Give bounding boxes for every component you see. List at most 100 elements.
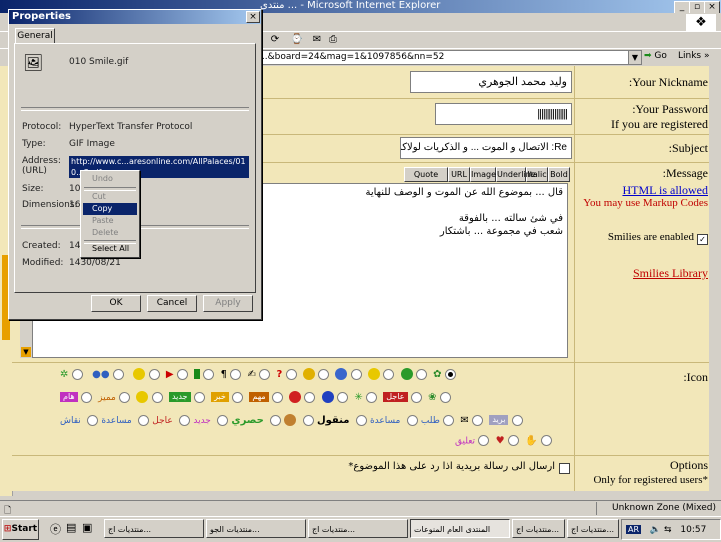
- icon-text[interactable]: حصري: [231, 415, 263, 426]
- globe-icon[interactable]: [400, 368, 413, 380]
- tag-icon[interactable]: عاجل: [383, 392, 408, 402]
- icon-radio[interactable]: [365, 391, 377, 403]
- icon-radio[interactable]: [406, 414, 418, 426]
- quicklaunch-desktop-icon[interactable]: ▣: [82, 521, 92, 534]
- icon-radio[interactable]: [80, 391, 92, 403]
- tag-icon[interactable]: جديد: [168, 392, 191, 402]
- icon-radio[interactable]: [443, 414, 455, 426]
- task-button[interactable]: منتديات اج...: [308, 519, 408, 538]
- icon-radio[interactable]: [138, 414, 150, 426]
- icon-radio[interactable]: [355, 414, 367, 426]
- icon-text[interactable]: جديد: [193, 416, 211, 426]
- quicklaunch-folder-icon[interactable]: ▤: [66, 521, 76, 534]
- smilies-checkbox[interactable]: ✓: [697, 232, 708, 245]
- volume-icon[interactable]: 🔈: [650, 525, 661, 535]
- url-button[interactable]: URL: [448, 167, 470, 182]
- menu-item-copy[interactable]: Copy: [83, 203, 137, 215]
- icon-radio[interactable]: [383, 368, 395, 380]
- icon-radio[interactable]: [540, 435, 552, 446]
- icon-radio[interactable]: [302, 414, 314, 426]
- clock[interactable]: 10:57: [680, 525, 706, 535]
- icon-radio[interactable]: [232, 391, 244, 403]
- flag-icon[interactable]: ▶: [166, 369, 174, 380]
- heart-icon[interactable]: ♥: [496, 436, 505, 447]
- icon-radio[interactable]: [203, 368, 215, 380]
- menu-item-delete[interactable]: Delete: [83, 227, 137, 239]
- network-icon[interactable]: ⇆: [664, 525, 672, 535]
- icon-option[interactable]: ✲: [60, 369, 68, 380]
- dialog-close-icon[interactable]: ×: [246, 11, 260, 23]
- print-icon[interactable]: ⎙: [326, 34, 340, 46]
- quicklaunch-ie-icon[interactable]: ⓔ: [50, 521, 61, 537]
- cool-icon[interactable]: [302, 368, 315, 380]
- smile-icon[interactable]: [133, 368, 146, 380]
- bold-button[interactable]: Bold: [548, 167, 570, 182]
- icon-radio[interactable]: [410, 391, 422, 403]
- address-input[interactable]: ...&board=24&mag=1&1097856&nn=52: [256, 50, 632, 65]
- angry-icon[interactable]: [289, 391, 302, 403]
- icon-radio[interactable]: [87, 414, 99, 426]
- icon-radio[interactable]: [304, 391, 316, 403]
- task-button[interactable]: منتديات اج...: [567, 519, 619, 538]
- icon-text[interactable]: نقاش: [60, 416, 81, 426]
- icon-text[interactable]: طلب: [421, 416, 440, 426]
- icon-radio[interactable]: [271, 391, 283, 403]
- icon-radio[interactable]: [478, 435, 490, 446]
- icon-radio[interactable]: [415, 368, 427, 380]
- links-button[interactable]: Links »: [678, 50, 718, 63]
- thumb-icon[interactable]: ✍: [248, 369, 256, 380]
- icon-radio[interactable]: [285, 368, 297, 380]
- icon-radio[interactable]: [337, 391, 348, 403]
- icon-radio[interactable]: [350, 368, 362, 380]
- password-input[interactable]: ||||||||||||||||: [435, 103, 572, 125]
- icon-text[interactable]: تعليق: [455, 437, 475, 447]
- task-button[interactable]: منتديات اج...: [512, 519, 565, 538]
- html-link[interactable]: HTML is allowed: [622, 183, 708, 197]
- menu-item-cut[interactable]: Cut: [83, 191, 137, 203]
- smile-icon[interactable]: [136, 391, 149, 403]
- go-button[interactable]: ➡ Go: [644, 50, 672, 63]
- icon-radio[interactable]: [179, 414, 191, 426]
- question-icon[interactable]: ?: [277, 369, 283, 380]
- tag-icon[interactable]: مهم: [249, 392, 269, 402]
- menu-item-paste[interactable]: Paste: [83, 215, 137, 227]
- envelope-icon[interactable]: ✉: [460, 415, 468, 426]
- icon-radio[interactable]: [151, 391, 163, 403]
- markup-note[interactable]: You may use Markup Codes: [575, 197, 708, 209]
- icon-radio[interactable]: [71, 368, 83, 380]
- menu-item-select-all[interactable]: Select All: [83, 243, 137, 255]
- task-button[interactable]: منتديات الجو...: [206, 519, 306, 538]
- icon-radio[interactable]: [507, 435, 519, 446]
- ok-button[interactable]: OK: [91, 295, 141, 312]
- start-button[interactable]: ⊞Start: [2, 519, 39, 540]
- icon-radio[interactable]: [472, 414, 483, 426]
- menu-item-undo[interactable]: Undo: [83, 173, 137, 185]
- address-dropdown-icon[interactable]: ▼: [628, 50, 642, 65]
- tag-text[interactable]: مميز: [98, 393, 116, 403]
- scroll-down-icon[interactable]: ▼: [21, 347, 31, 357]
- icon-radio[interactable]: [217, 414, 229, 426]
- cancel-button[interactable]: Cancel: [147, 295, 197, 312]
- icon-radio-selected[interactable]: [444, 368, 456, 380]
- icon-text[interactable]: مساعدة: [370, 416, 400, 426]
- task-button-active[interactable]: المنتدى العام المنوعات: [410, 519, 510, 538]
- hands-icon[interactable]: ✋: [525, 436, 537, 447]
- icon-text[interactable]: منقول: [317, 415, 349, 426]
- icon-radio[interactable]: [193, 391, 205, 403]
- tag-icon[interactable]: خبر: [211, 392, 229, 402]
- underline-button[interactable]: Underline: [496, 167, 536, 182]
- icon-radio[interactable]: [230, 368, 242, 380]
- icon-option[interactable]: ●●: [92, 369, 109, 380]
- info-icon[interactable]: [321, 391, 334, 403]
- icon-radio[interactable]: [511, 414, 523, 426]
- notify-checkbox[interactable]: [559, 461, 570, 474]
- icon-radio[interactable]: [439, 391, 451, 403]
- icon-option[interactable]: [194, 369, 201, 379]
- icon-radio[interactable]: [119, 391, 131, 403]
- icon-radio[interactable]: [112, 368, 124, 380]
- tag-icon[interactable]: بريد: [489, 415, 509, 425]
- icon-radio[interactable]: [259, 368, 271, 380]
- icon-radio[interactable]: [318, 368, 330, 380]
- wink-icon[interactable]: [367, 368, 380, 380]
- smilies-library-link[interactable]: Smilies Library: [590, 266, 708, 281]
